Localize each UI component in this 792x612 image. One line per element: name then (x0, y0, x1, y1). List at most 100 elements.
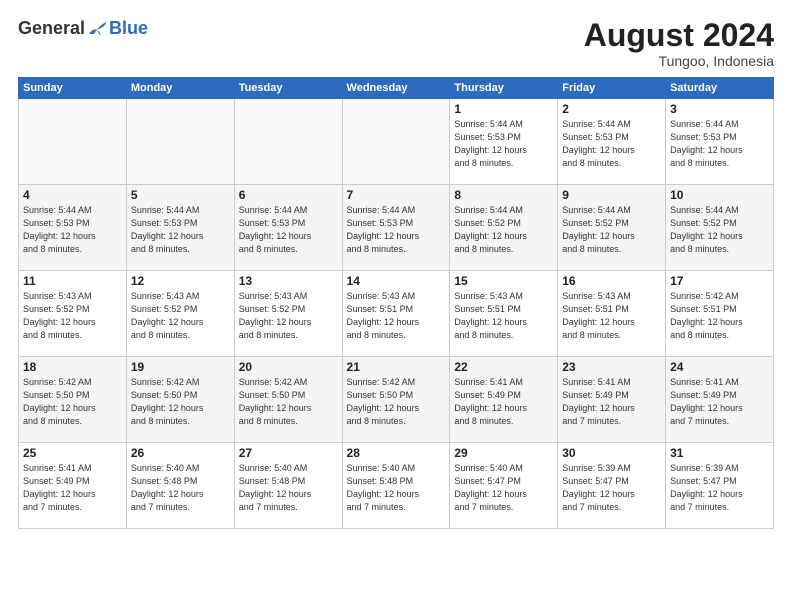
weekday-header-tuesday: Tuesday (234, 78, 342, 99)
calendar-week-row: 18 Sunrise: 5:42 AM Sunset: 5:50 PM Dayli… (19, 357, 774, 443)
calendar-day-cell: 11 Sunrise: 5:43 AM Sunset: 5:52 PM Dayli… (19, 271, 127, 357)
day-number: 1 (454, 102, 553, 116)
calendar-day-cell (126, 99, 234, 185)
day-number: 12 (131, 274, 230, 288)
day-number: 30 (562, 446, 661, 460)
day-info: Sunrise: 5:44 AM Sunset: 5:53 PM Dayligh… (347, 204, 446, 256)
calendar-day-cell: 24 Sunrise: 5:41 AM Sunset: 5:49 PM Dayli… (666, 357, 774, 443)
calendar-day-cell: 19Sunrise: 5:42 AM Sunset: 5:50 PM Dayli… (126, 357, 234, 443)
day-info: Sunrise: 5:43 AM Sunset: 5:51 PM Dayligh… (562, 290, 661, 342)
calendar-day-cell (234, 99, 342, 185)
day-number: 13 (239, 274, 338, 288)
weekday-header-sunday: Sunday (19, 78, 127, 99)
day-info: Sunrise: 5:44 AM Sunset: 5:53 PM Dayligh… (454, 118, 553, 170)
day-number: 7 (347, 188, 446, 202)
calendar-day-cell: 23Sunrise: 5:41 AM Sunset: 5:49 PM Dayli… (558, 357, 666, 443)
day-info: Sunrise: 5:40 AM Sunset: 5:47 PM Dayligh… (454, 462, 553, 514)
calendar-day-cell: 17 Sunrise: 5:42 AM Sunset: 5:51 PM Dayli… (666, 271, 774, 357)
page: General Blue August 2024 Tungoo, Indones… (0, 0, 792, 612)
weekday-header-row: SundayMondayTuesdayWednesdayThursdayFrid… (19, 78, 774, 99)
calendar-day-cell: 25 Sunrise: 5:41 AM Sunset: 5:49 PM Dayli… (19, 443, 127, 529)
logo: General Blue (18, 18, 148, 39)
day-info: Sunrise: 5:44 AM Sunset: 5:52 PM Dayligh… (670, 204, 769, 256)
day-info: Sunrise: 5:39 AM Sunset: 5:47 PM Dayligh… (562, 462, 661, 514)
calendar-day-cell: 8 Sunrise: 5:44 AM Sunset: 5:52 PM Daylig… (450, 185, 558, 271)
day-info: Sunrise: 5:41 AM Sunset: 5:49 PM Dayligh… (670, 376, 769, 428)
day-number: 4 (23, 188, 122, 202)
day-info: Sunrise: 5:44 AM Sunset: 5:53 PM Dayligh… (239, 204, 338, 256)
day-info: Sunrise: 5:42 AM Sunset: 5:51 PM Dayligh… (670, 290, 769, 342)
calendar-day-cell: 27Sunrise: 5:40 AM Sunset: 5:48 PM Dayli… (234, 443, 342, 529)
calendar-day-cell: 30 Sunrise: 5:39 AM Sunset: 5:47 PM Dayli… (558, 443, 666, 529)
day-info: Sunrise: 5:44 AM Sunset: 5:53 PM Dayligh… (23, 204, 122, 256)
calendar-week-row: 1 Sunrise: 5:44 AM Sunset: 5:53 PM Daylig… (19, 99, 774, 185)
weekday-header-wednesday: Wednesday (342, 78, 450, 99)
calendar-day-cell: 20Sunrise: 5:42 AM Sunset: 5:50 PM Dayli… (234, 357, 342, 443)
logo-blue-text: Blue (109, 18, 148, 39)
day-info: Sunrise: 5:42 AM Sunset: 5:50 PM Dayligh… (239, 376, 338, 428)
day-number: 25 (23, 446, 122, 460)
calendar-day-cell: 3 Sunrise: 5:44 AM Sunset: 5:53 PM Daylig… (666, 99, 774, 185)
day-number: 10 (670, 188, 769, 202)
day-number: 15 (454, 274, 553, 288)
title-block: August 2024 Tungoo, Indonesia (584, 18, 774, 69)
day-info: Sunrise: 5:43 AM Sunset: 5:51 PM Dayligh… (347, 290, 446, 342)
logo-general-text: General (18, 18, 85, 39)
day-number: 18 (23, 360, 122, 374)
day-number: 17 (670, 274, 769, 288)
calendar-day-cell: 6 Sunrise: 5:44 AM Sunset: 5:53 PM Daylig… (234, 185, 342, 271)
calendar-day-cell: 7 Sunrise: 5:44 AM Sunset: 5:53 PM Daylig… (342, 185, 450, 271)
weekday-header-friday: Friday (558, 78, 666, 99)
day-info: Sunrise: 5:41 AM Sunset: 5:49 PM Dayligh… (23, 462, 122, 514)
day-info: Sunrise: 5:43 AM Sunset: 5:52 PM Dayligh… (239, 290, 338, 342)
calendar-day-cell: 31 Sunrise: 5:39 AM Sunset: 5:47 PM Dayli… (666, 443, 774, 529)
day-number: 9 (562, 188, 661, 202)
calendar-day-cell: 15 Sunrise: 5:43 AM Sunset: 5:51 PM Dayli… (450, 271, 558, 357)
day-info: Sunrise: 5:39 AM Sunset: 5:47 PM Dayligh… (670, 462, 769, 514)
day-info: Sunrise: 5:44 AM Sunset: 5:52 PM Dayligh… (562, 204, 661, 256)
calendar-day-cell (342, 99, 450, 185)
day-info: Sunrise: 5:43 AM Sunset: 5:52 PM Dayligh… (131, 290, 230, 342)
day-number: 26 (131, 446, 230, 460)
day-number: 19 (131, 360, 230, 374)
day-info: Sunrise: 5:40 AM Sunset: 5:48 PM Dayligh… (131, 462, 230, 514)
day-info: Sunrise: 5:44 AM Sunset: 5:52 PM Dayligh… (454, 204, 553, 256)
location-subtitle: Tungoo, Indonesia (584, 53, 774, 69)
day-number: 11 (23, 274, 122, 288)
calendar-table: SundayMondayTuesdayWednesdayThursdayFrid… (18, 77, 774, 529)
calendar-day-cell: 18 Sunrise: 5:42 AM Sunset: 5:50 PM Dayli… (19, 357, 127, 443)
day-number: 16 (562, 274, 661, 288)
calendar-week-row: 4 Sunrise: 5:44 AM Sunset: 5:53 PM Daylig… (19, 185, 774, 271)
day-number: 31 (670, 446, 769, 460)
day-number: 28 (347, 446, 446, 460)
calendar-week-row: 25 Sunrise: 5:41 AM Sunset: 5:49 PM Dayli… (19, 443, 774, 529)
calendar-day-cell: 12 Sunrise: 5:43 AM Sunset: 5:52 PM Dayli… (126, 271, 234, 357)
day-info: Sunrise: 5:44 AM Sunset: 5:53 PM Dayligh… (670, 118, 769, 170)
day-number: 8 (454, 188, 553, 202)
day-number: 22 (454, 360, 553, 374)
calendar-day-cell: 10 Sunrise: 5:44 AM Sunset: 5:52 PM Dayli… (666, 185, 774, 271)
calendar-week-row: 11 Sunrise: 5:43 AM Sunset: 5:52 PM Dayli… (19, 271, 774, 357)
day-number: 3 (670, 102, 769, 116)
weekday-header-monday: Monday (126, 78, 234, 99)
day-info: Sunrise: 5:41 AM Sunset: 5:49 PM Dayligh… (562, 376, 661, 428)
day-info: Sunrise: 5:40 AM Sunset: 5:48 PM Dayligh… (347, 462, 446, 514)
day-number: 29 (454, 446, 553, 460)
calendar-day-cell: 26 Sunrise: 5:40 AM Sunset: 5:48 PM Dayli… (126, 443, 234, 529)
day-info: Sunrise: 5:43 AM Sunset: 5:51 PM Dayligh… (454, 290, 553, 342)
day-number: 24 (670, 360, 769, 374)
month-title: August 2024 (584, 18, 774, 53)
calendar-day-cell (19, 99, 127, 185)
calendar-day-cell: 4 Sunrise: 5:44 AM Sunset: 5:53 PM Daylig… (19, 185, 127, 271)
day-number: 21 (347, 360, 446, 374)
calendar-day-cell: 5Sunrise: 5:44 AM Sunset: 5:53 PM Daylig… (126, 185, 234, 271)
day-info: Sunrise: 5:44 AM Sunset: 5:53 PM Dayligh… (562, 118, 661, 170)
day-info: Sunrise: 5:42 AM Sunset: 5:50 PM Dayligh… (23, 376, 122, 428)
calendar-day-cell: 9 Sunrise: 5:44 AM Sunset: 5:52 PM Daylig… (558, 185, 666, 271)
calendar-day-cell: 28 Sunrise: 5:40 AM Sunset: 5:48 PM Dayli… (342, 443, 450, 529)
day-number: 6 (239, 188, 338, 202)
day-info: Sunrise: 5:43 AM Sunset: 5:52 PM Dayligh… (23, 290, 122, 342)
weekday-header-saturday: Saturday (666, 78, 774, 99)
day-number: 14 (347, 274, 446, 288)
logo-bird-icon (87, 20, 109, 38)
